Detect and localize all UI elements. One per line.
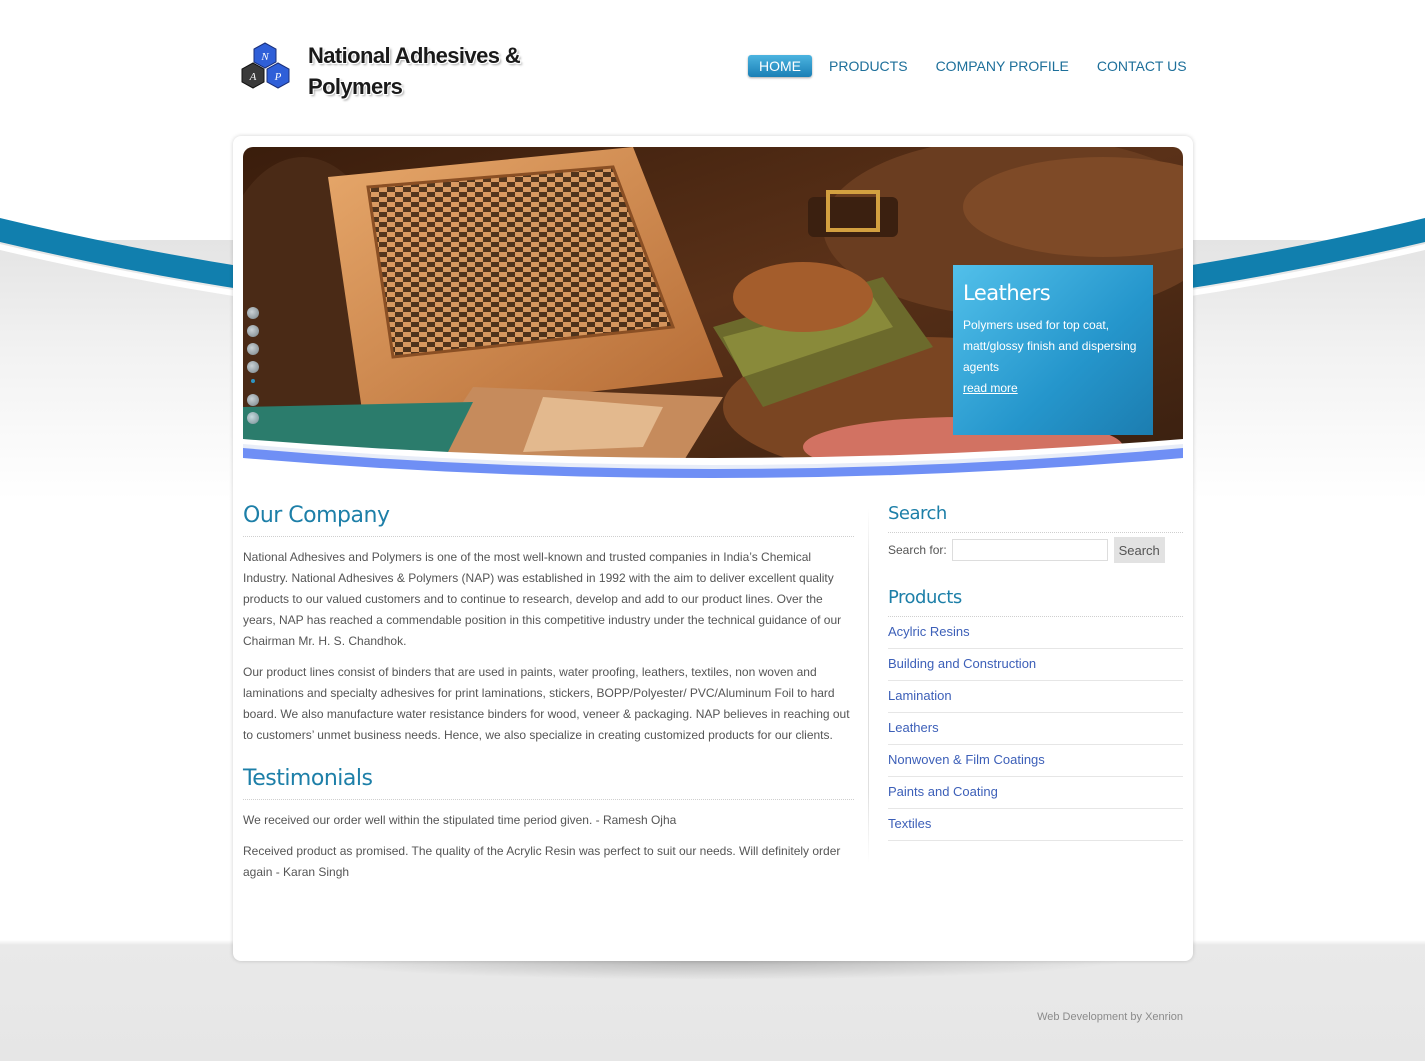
slider-dot[interactable]: [247, 394, 259, 406]
logo-letter-a: A: [249, 71, 257, 83]
slider-dots: [247, 307, 259, 430]
company-title: Our Company: [243, 503, 854, 537]
nav-home[interactable]: HOME: [748, 55, 812, 77]
list-item: Lamination: [888, 681, 1183, 713]
sidebar: Search Search for: Search Products Acylr…: [888, 503, 1183, 841]
slider-wave: [243, 444, 1183, 478]
product-link-paints[interactable]: Paints and Coating: [888, 784, 998, 799]
list-item: Building and Construction: [888, 649, 1183, 681]
product-link-leathers[interactable]: Leathers: [888, 720, 939, 735]
logo-letter-n: N: [260, 51, 269, 63]
hexagon-logo-icon: N A P: [241, 42, 290, 89]
list-item: Textiles: [888, 809, 1183, 841]
product-link-nonwoven[interactable]: Nonwoven & Film Coatings: [888, 752, 1045, 767]
nav-products[interactable]: PRODUCTS: [818, 55, 919, 77]
slider-dot-active[interactable]: [251, 379, 255, 383]
main-nav: HOME PRODUCTS COMPANY PROFILE CONTACT US: [748, 55, 1204, 77]
list-item: Nonwoven & Film Coatings: [888, 745, 1183, 777]
products-title: Products: [888, 587, 1183, 617]
nav-contact-us[interactable]: CONTACT US: [1086, 55, 1198, 77]
testimonial-item: Received product as promised. The qualit…: [243, 844, 841, 879]
search-title: Search: [888, 503, 1183, 533]
caption-text: Polymers used for top coat, matt/glossy …: [963, 318, 1137, 374]
card-shadow: [300, 960, 1130, 980]
read-more-link[interactable]: read more: [963, 381, 1018, 395]
list-item: Paints and Coating: [888, 777, 1183, 809]
search-button[interactable]: Search: [1113, 537, 1165, 563]
list-item: Leathers: [888, 713, 1183, 745]
company-paragraph: National Adhesives and Polymers is one o…: [243, 550, 842, 648]
column-divider: [868, 508, 869, 863]
product-list: Acylric Resins Building and Construction…: [888, 617, 1183, 841]
slide-caption: Leathers Polymers used for top coat, mat…: [953, 265, 1153, 435]
slider-dot[interactable]: [247, 361, 259, 373]
brand-name: National Adhesives & Polymers: [308, 43, 521, 99]
caption-title: Leathers: [963, 281, 1051, 305]
main-content: Our Company National Adhesives and Polym…: [243, 503, 854, 883]
slider-dot[interactable]: [247, 307, 259, 319]
list-item: Acylric Resins: [888, 617, 1183, 649]
product-link-textiles[interactable]: Textiles: [888, 816, 931, 831]
search-form: Search for: Search: [888, 537, 1183, 563]
slider-dot[interactable]: [247, 412, 259, 424]
product-link-acrylic-resins[interactable]: Acylric Resins: [888, 624, 970, 639]
slider-dot[interactable]: [247, 343, 259, 355]
nav-company-profile[interactable]: COMPANY PROFILE: [925, 55, 1080, 77]
product-link-lamination[interactable]: Lamination: [888, 688, 952, 703]
testimonial-item: We received our order well within the st…: [243, 813, 677, 827]
site-logo[interactable]: N A P National Adhesives & Polymers: [236, 40, 536, 102]
logo-letter-p: P: [274, 71, 282, 83]
footer-credit[interactable]: Web Development by Xenrion: [1010, 1011, 1183, 1023]
company-paragraph: Our product lines consist of binders tha…: [243, 665, 850, 742]
product-link-building-construction[interactable]: Building and Construction: [888, 656, 1036, 671]
testimonials-title: Testimonials: [243, 766, 854, 800]
search-input[interactable]: [951, 539, 1108, 561]
search-label: Search for:: [888, 543, 947, 557]
slider-dot[interactable]: [247, 325, 259, 337]
